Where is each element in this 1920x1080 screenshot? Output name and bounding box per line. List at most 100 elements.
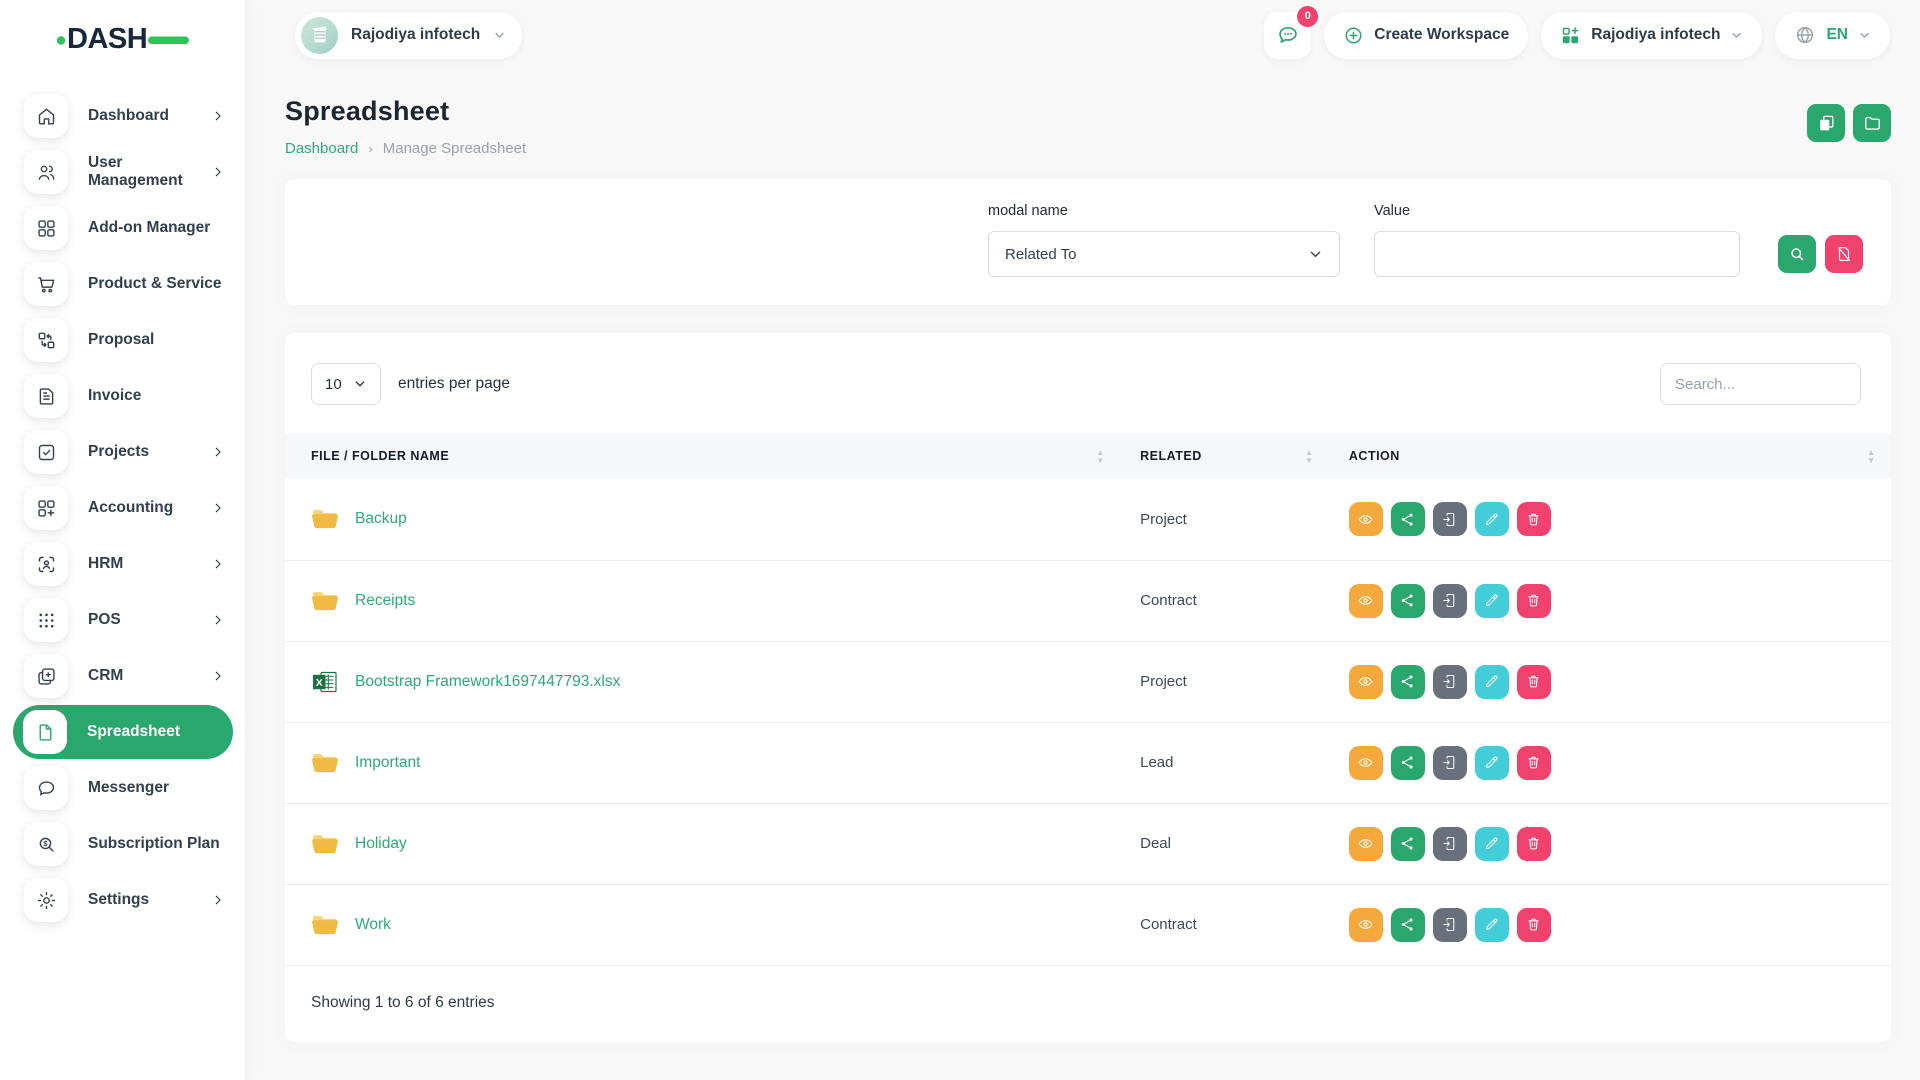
app-logo[interactable]: DASH <box>0 0 245 72</box>
sidebar-item-invoice[interactable]: Invoice <box>0 368 245 424</box>
value-input[interactable] <box>1374 231 1740 277</box>
page-size-select[interactable]: 10 <box>311 363 381 405</box>
delete-button[interactable] <box>1517 827 1551 861</box>
sidebar-item-user-management[interactable]: User Management <box>0 144 245 200</box>
sidebar-item-hrm[interactable]: HRM <box>0 536 245 592</box>
export-button[interactable] <box>1433 908 1467 942</box>
create-workspace-button[interactable]: Create Workspace <box>1324 12 1528 59</box>
pencil-icon <box>1483 592 1500 609</box>
company-menu-button[interactable]: Rajodiya infotech <box>1541 12 1762 59</box>
table-search-input[interactable] <box>1660 363 1861 405</box>
export-button[interactable] <box>1433 584 1467 618</box>
sidebar-item-label: Messenger <box>88 779 225 797</box>
delete-button[interactable] <box>1517 908 1551 942</box>
sidebar-item-label: Accounting <box>88 499 211 517</box>
row-actions <box>1329 502 1891 536</box>
sidebar-item-spreadsheet[interactable]: Spreadsheet <box>13 705 233 759</box>
edit-button[interactable] <box>1475 908 1509 942</box>
filter-search-button[interactable] <box>1778 235 1816 273</box>
share-button[interactable] <box>1391 502 1425 536</box>
file-export-icon <box>1441 835 1458 852</box>
chevron-down-icon <box>1308 247 1323 262</box>
sidebar-item-label: CRM <box>88 667 211 685</box>
column-header-action[interactable]: ACTION ▲▼ <box>1329 433 1891 479</box>
sidebar-item-dashboard[interactable]: Dashboard <box>0 88 245 144</box>
export-button[interactable] <box>1433 746 1467 780</box>
share-button[interactable] <box>1391 665 1425 699</box>
delete-button[interactable] <box>1517 746 1551 780</box>
edit-button[interactable] <box>1475 584 1509 618</box>
edit-button[interactable] <box>1475 746 1509 780</box>
share-button[interactable] <box>1391 584 1425 618</box>
file-name-link[interactable]: Receipts <box>355 592 415 610</box>
delete-button[interactable] <box>1517 665 1551 699</box>
sidebar-item-label: Invoice <box>88 387 225 405</box>
workspace-selector[interactable]: Rajodiya infotech <box>295 12 522 59</box>
column-header-file-folder-name[interactable]: FILE / FOLDER NAME ▲▼ <box>285 433 1120 479</box>
reset-filter-icon <box>1835 245 1853 263</box>
view-button[interactable] <box>1349 746 1383 780</box>
column-header-related[interactable]: RELATED ▲▼ <box>1120 433 1329 479</box>
create-file-button[interactable] <box>1807 104 1845 142</box>
create-folder-button[interactable] <box>1853 104 1891 142</box>
workspace-avatar <box>301 17 338 54</box>
plus-circle-icon <box>1343 25 1364 46</box>
topbar: Rajodiya infotech 0 Create Workspace Raj… <box>245 0 1920 70</box>
sidebar-item-product-service[interactable]: Product & Service <box>0 256 245 312</box>
sidebar-item-settings[interactable]: Settings <box>0 872 245 928</box>
pencil-icon <box>1483 835 1500 852</box>
related-value: Deal <box>1120 835 1329 852</box>
view-button[interactable] <box>1349 908 1383 942</box>
pencil-icon <box>1483 754 1500 771</box>
view-button[interactable] <box>1349 584 1383 618</box>
chevron-right-icon <box>211 613 225 627</box>
file-name-link[interactable]: Bootstrap Framework1697447793.xlsx <box>355 673 620 691</box>
file-name-link[interactable]: Important <box>355 754 420 772</box>
edit-button[interactable] <box>1475 827 1509 861</box>
files-icon <box>1817 114 1836 133</box>
language-menu-button[interactable]: EN <box>1775 12 1890 59</box>
sidebar-item-label: Spreadsheet <box>87 723 217 741</box>
row-actions <box>1329 908 1891 942</box>
sidebar-item-proposal[interactable]: Proposal <box>0 312 245 368</box>
search-dollar-icon: $ <box>24 822 68 866</box>
sidebar-item-add-on-manager[interactable]: Add-on Manager <box>0 200 245 256</box>
table-row: WorkContract <box>285 884 1891 965</box>
filter-reset-button[interactable] <box>1825 235 1863 273</box>
sidebar-item-subscription-plan[interactable]: $Subscription Plan <box>0 816 245 872</box>
edit-button[interactable] <box>1475 665 1509 699</box>
overlap-squares-icon <box>24 654 68 698</box>
share-button[interactable] <box>1391 908 1425 942</box>
sidebar-item-crm[interactable]: CRM <box>0 648 245 704</box>
view-button[interactable] <box>1349 827 1383 861</box>
messages-button[interactable]: 0 <box>1264 12 1311 59</box>
folder-icon <box>311 507 339 531</box>
related-value: Project <box>1120 511 1329 528</box>
sidebar-item-pos[interactable]: POS <box>0 592 245 648</box>
sidebar-item-projects[interactable]: Projects <box>0 424 245 480</box>
breadcrumb-dashboard-link[interactable]: Dashboard <box>285 140 358 157</box>
model-name-select[interactable]: Related To <box>988 231 1340 277</box>
export-button[interactable] <box>1433 502 1467 536</box>
table-row: XBootstrap Framework1697447793.xlsxProje… <box>285 641 1891 722</box>
sidebar-item-messenger[interactable]: Messenger <box>0 760 245 816</box>
file-name-link[interactable]: Work <box>355 916 391 934</box>
share-nodes-icon <box>1399 511 1416 528</box>
file-name-link[interactable]: Backup <box>355 510 407 528</box>
view-button[interactable] <box>1349 502 1383 536</box>
share-button[interactable] <box>1391 746 1425 780</box>
delete-button[interactable] <box>1517 502 1551 536</box>
dash-logo-icon: DASH <box>56 18 190 54</box>
share-button[interactable] <box>1391 827 1425 861</box>
proposal-swap-icon <box>24 318 68 362</box>
language-label: EN <box>1826 26 1848 44</box>
entries-per-page-label: entries per page <box>398 375 510 393</box>
delete-button[interactable] <box>1517 584 1551 618</box>
view-button[interactable] <box>1349 665 1383 699</box>
file-name-link[interactable]: Holiday <box>355 835 407 853</box>
chevron-right-icon <box>211 445 225 459</box>
export-button[interactable] <box>1433 665 1467 699</box>
edit-button[interactable] <box>1475 502 1509 536</box>
export-button[interactable] <box>1433 827 1467 861</box>
sidebar-item-accounting[interactable]: Accounting <box>0 480 245 536</box>
